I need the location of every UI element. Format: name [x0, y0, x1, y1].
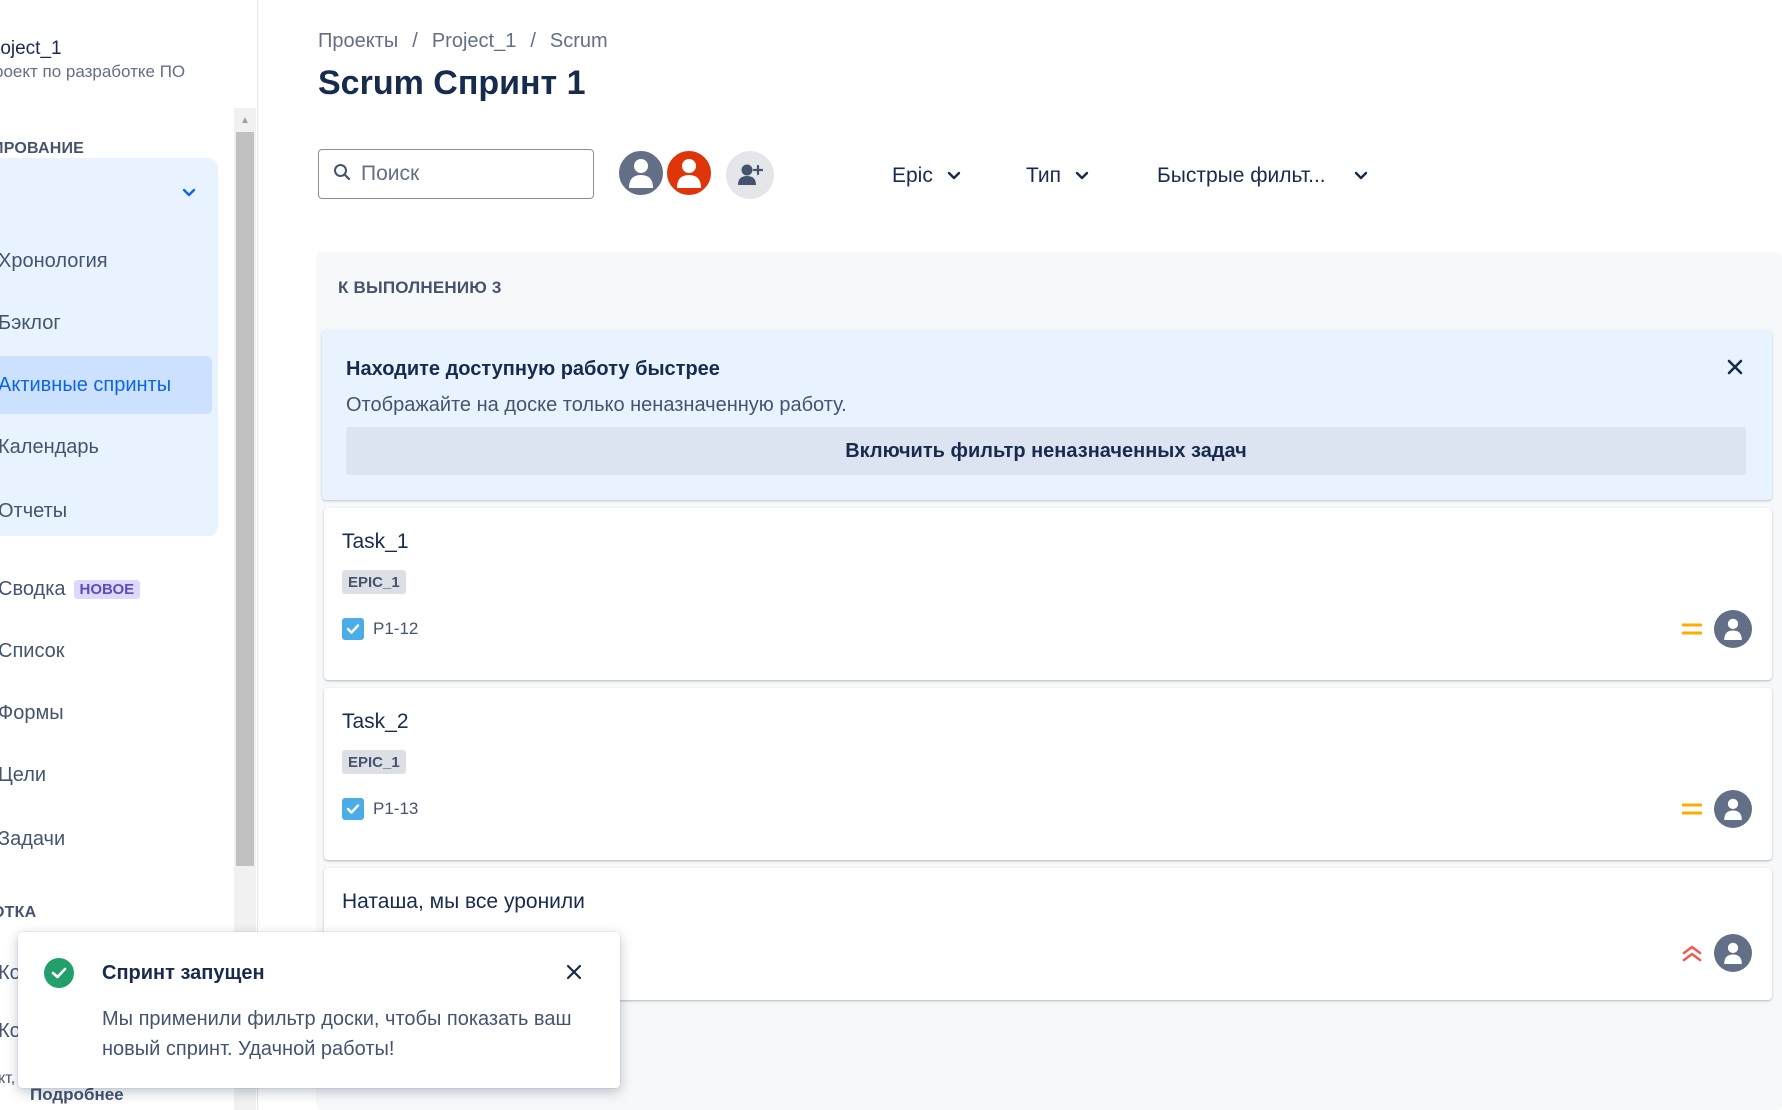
sidebar-item-label: Формы [0, 701, 64, 724]
close-icon[interactable] [560, 958, 588, 986]
scroll-up-arrow-icon[interactable]: ▲ [234, 112, 256, 128]
sidebar-item-label: Отчеты [0, 499, 68, 522]
search-input[interactable] [361, 162, 581, 186]
filter-label: Быстрые фильт... [1157, 164, 1326, 187]
sidebar-item-label: Задачи [0, 827, 66, 850]
section-planning-heading: ИРОВАНИЕ [0, 140, 85, 157]
issue-key-text: P1-13 [373, 799, 419, 818]
chevron-down-icon [1354, 171, 1367, 180]
quick-filters-button[interactable]: Быстрые фильт... [1157, 158, 1368, 194]
user-icon [629, 159, 653, 188]
breadcrumb-separator: / [412, 30, 418, 52]
sidebar-item-forms[interactable]: Формы [0, 684, 212, 742]
filter-label: Тип [1026, 164, 1062, 187]
issue-key-text: P1-12 [373, 619, 419, 638]
priority-medium-icon [1682, 803, 1702, 815]
issue-key: P1-13 [342, 798, 418, 820]
user-icon [1724, 798, 1742, 820]
sidebar-item-issues[interactable]: Задачи [0, 810, 212, 868]
chevron-down-icon [947, 171, 961, 180]
task-type-icon [342, 798, 364, 820]
column-header: К ВЫПОЛНЕНИЮ 3 [338, 278, 502, 297]
sidebar-item-label: Список [0, 639, 65, 662]
enable-unassigned-filter-button[interactable]: Включить фильтр неназначенных задач [346, 427, 1746, 475]
project-name[interactable]: roject_1 [0, 38, 62, 60]
breadcrumb-board[interactable]: Scrum [550, 30, 608, 53]
sidebar-item-reports[interactable]: Отчеты [0, 482, 212, 540]
sidebar-item-label: Бэклог [0, 311, 61, 334]
sidebar-item-active-sprints[interactable]: Активные спринты [0, 356, 212, 414]
breadcrumb-projects[interactable]: Проекты [318, 30, 398, 53]
section-development-heading: ОТКА [0, 904, 37, 921]
filter-label: Epic [892, 164, 933, 187]
type-filter-button[interactable]: Тип [1026, 158, 1089, 194]
user-icon [677, 159, 701, 188]
toast-title: Спринт запущен [102, 962, 265, 984]
add-people-button[interactable] [726, 151, 774, 199]
sprint-started-toast: Спринт запущен Мы применили фильтр доски… [18, 932, 620, 1088]
assignee-avatar[interactable] [1714, 610, 1752, 648]
card-title: Task_1 [342, 530, 409, 553]
user-avatar-1[interactable] [616, 148, 666, 198]
user-icon [1724, 618, 1742, 640]
more-link[interactable]: Подробнее [30, 1085, 124, 1105]
user-avatar-2[interactable] [664, 148, 714, 198]
sidebar-item-label: Сводка [0, 577, 66, 600]
scrollbar-thumb[interactable] [236, 132, 254, 866]
sidebar-item-backlog[interactable]: Бэклог [0, 294, 212, 352]
issue-card[interactable]: Task_2 EPIC_1 P1-13 [324, 688, 1772, 860]
user-icon [1724, 942, 1742, 964]
assignee-avatar[interactable] [1714, 790, 1752, 828]
project-subtitle: роект по разработке ПО [0, 62, 186, 81]
sidebar-item-label: Цели [0, 763, 47, 786]
search-field[interactable] [318, 149, 594, 199]
breadcrumb-separator: / [530, 30, 536, 52]
sidebar-item-label: кт, [0, 1070, 16, 1087]
add-user-icon [738, 164, 763, 185]
card-title: Task_2 [342, 710, 409, 733]
success-check-icon [44, 958, 74, 988]
issue-key: P1-12 [342, 618, 418, 640]
chevron-down-icon[interactable] [178, 182, 200, 204]
epic-label: EPIC_1 [342, 570, 406, 594]
sidebar-item-label: Активные спринты [0, 373, 172, 396]
assignee-avatar[interactable] [1714, 934, 1752, 972]
task-type-icon [342, 618, 364, 640]
search-icon [333, 163, 351, 186]
epic-label: EPIC_1 [342, 750, 406, 774]
card-meta [1682, 934, 1752, 972]
priority-highest-icon [1682, 945, 1702, 962]
toast-message: Мы применили фильтр доски, чтобы показат… [102, 1008, 572, 1060]
unassigned-filter-banner: Находите доступную работу быстрее Отобра… [322, 330, 1772, 500]
close-icon[interactable] [1722, 354, 1748, 380]
banner-text: Отображайте на доске только неназначенну… [346, 394, 847, 416]
breadcrumb-project[interactable]: Project_1 [432, 30, 517, 53]
chevron-down-icon [1075, 171, 1089, 180]
card-meta [1682, 610, 1752, 648]
sidebar-item-goals[interactable]: Цели [0, 746, 212, 804]
card-title: Наташа, мы все уронили [342, 890, 585, 913]
new-badge: НОВОЕ [73, 579, 141, 599]
page-title: Scrum Спринт 1 [318, 64, 586, 102]
sidebar-item-timeline[interactable]: Хронология [0, 232, 212, 290]
sidebar-item-label: Хронология [0, 249, 108, 272]
epic-filter-button[interactable]: Epic [892, 158, 961, 194]
priority-medium-icon [1682, 623, 1702, 635]
sidebar-item-calendar[interactable]: Календарь [0, 418, 212, 476]
sidebar-item-label: Календарь [0, 435, 99, 458]
breadcrumb: Проекты / Project_1 / Scrum [318, 30, 608, 53]
sidebar-item-list[interactable]: Список [0, 622, 212, 680]
banner-title: Находите доступную работу быстрее [346, 358, 720, 380]
issue-card[interactable]: Task_1 EPIC_1 P1-12 [324, 508, 1772, 680]
card-meta [1682, 790, 1752, 828]
sidebar-item-summary[interactable]: Сводка НОВОЕ [0, 560, 212, 618]
